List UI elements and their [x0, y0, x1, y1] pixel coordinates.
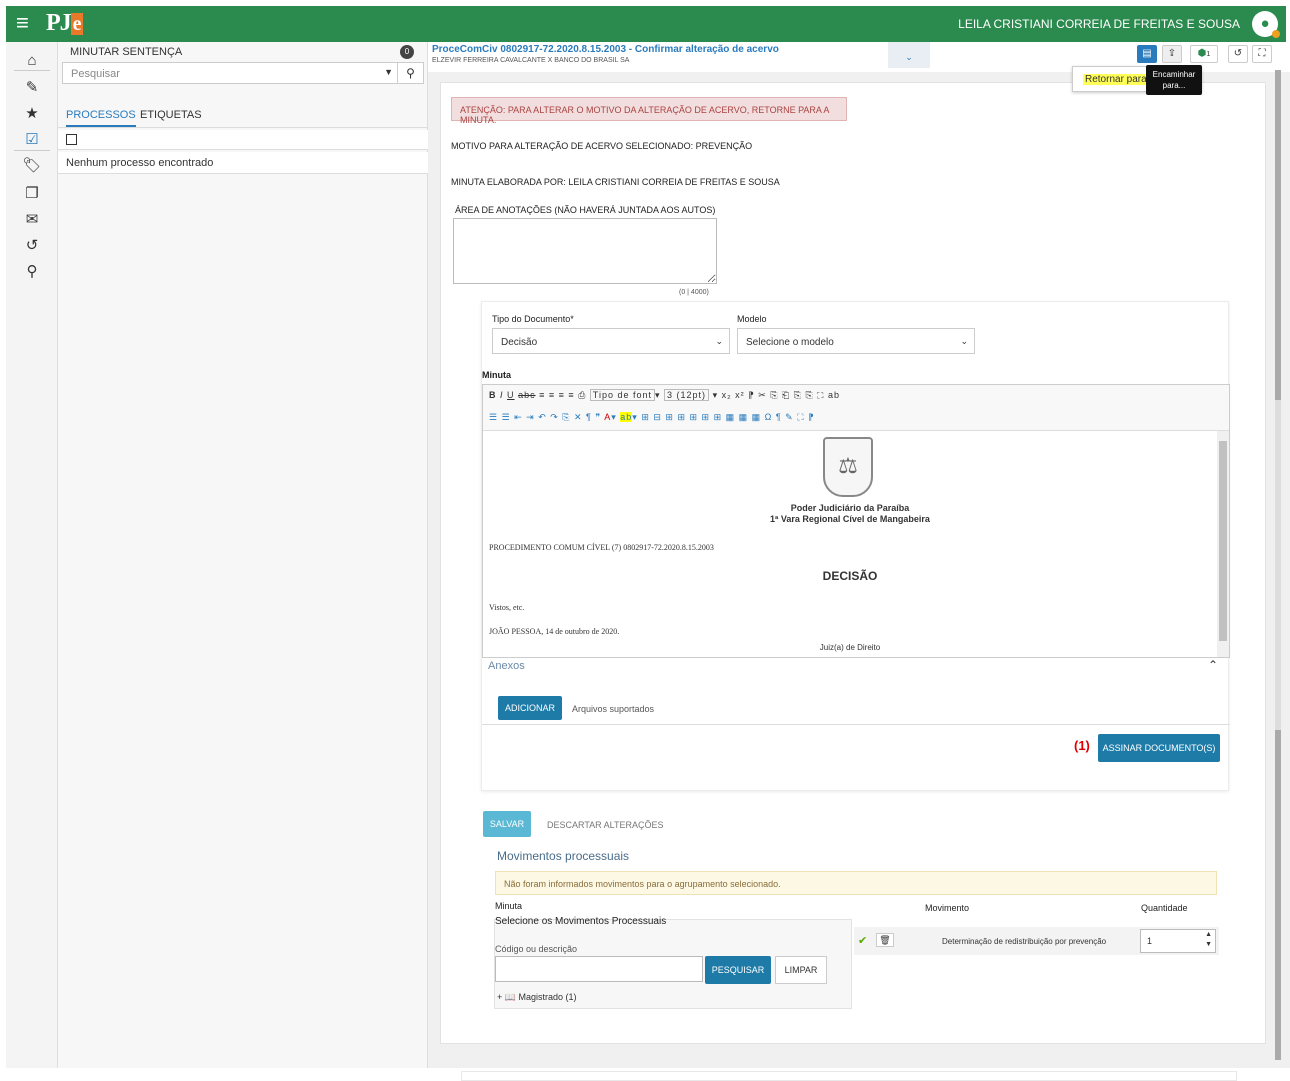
court-crest-icon: ⚖ — [823, 437, 873, 497]
document-button-icon[interactable]: ▤ — [1137, 45, 1157, 63]
copy-icon[interactable]: ❐ — [6, 184, 58, 202]
select-all-checkbox[interactable] — [66, 134, 77, 145]
document-panel: Tipo do Documento* Decisão ⌄ Modelo Selec… — [481, 301, 1230, 791]
col-movimento: Movimento — [925, 903, 970, 913]
chevron-down-icon: ⌄ — [715, 336, 723, 346]
tag-button-icon[interactable]: ⬢1 — [1190, 45, 1218, 63]
status-dot — [1272, 30, 1280, 38]
rich-text-editor[interactable]: B I U abc ≡ ≡ ≡ ≡ ⎙ Tipo de font ▾ 3 (12p… — [482, 384, 1230, 658]
caret-down-icon[interactable]: ▼ — [384, 67, 393, 77]
tasks-panel: MINUTAR SENTENÇA 0 Pesquisar ▼ ⚲ PROCESS… — [58, 42, 428, 1068]
hamburger-menu-icon[interactable]: ≡ — [16, 12, 29, 34]
court-name: Poder Judiciário da Paraíba — [790, 503, 910, 513]
descartar-button[interactable]: DESCARTAR ALTERAÇÕES — [547, 820, 664, 830]
movimentos-selector: Selecione os Movimentos Processuais Códi… — [494, 916, 852, 1009]
assinar-button[interactable]: ASSINAR DOCUMENTO(S) — [1098, 734, 1220, 762]
tree-item-magistrado[interactable]: + 📖 Magistrado (1) — [497, 992, 577, 1003]
selecione-label: Selecione os Movimentos Processuais — [495, 916, 667, 927]
codigo-input[interactable] — [495, 956, 703, 982]
tab-etiquetas[interactable]: ETIQUETAS — [140, 109, 202, 121]
encaminhar-tooltip: Encaminhar para... — [1146, 65, 1202, 95]
check-icon: ✔ — [858, 935, 868, 947]
tabs: PROCESSOS ETIQUETAS — [58, 102, 428, 128]
anexos-title[interactable]: Anexos — [488, 660, 525, 672]
history-icon[interactable]: ↺ — [6, 236, 58, 254]
doc-heading: DECISÃO — [822, 569, 878, 583]
motivo-text: MOTIVO PARA ALTERAÇÃO DE ACERVO SELECION… — [451, 141, 753, 151]
book-icon: 📖 — [504, 992, 516, 1002]
juiz-text: Juiz(a) de Direito — [819, 643, 881, 652]
col-quantidade: Quantidade — [1141, 903, 1188, 913]
empty-message: Nenhum processo encontrado — [58, 152, 428, 174]
arquivos-suportados-link[interactable]: Arquivos suportados — [572, 704, 654, 714]
search-icon[interactable]: ⚲ — [6, 262, 58, 280]
search-button-icon[interactable]: ⚲ — [397, 63, 423, 83]
tipo-select[interactable]: Decisão ⌄ — [492, 328, 730, 354]
main-area: ProceComCiv 0802917-72.2020.8.15.2003 - … — [428, 42, 1290, 1081]
star-icon[interactable]: ★ — [6, 104, 58, 122]
movimentos-warning: Não foram informados movimentos para o a… — [495, 871, 1217, 895]
history-button-icon[interactable]: ↺ — [1228, 45, 1248, 63]
envelope-icon[interactable]: ✉ — [6, 210, 58, 228]
expand-chevron-icon[interactable]: ⌄ — [888, 42, 930, 68]
movimentos-title: Movimentos processuais — [497, 849, 630, 863]
divider — [482, 724, 1230, 725]
share-button-icon[interactable]: ⇪ — [1162, 45, 1182, 63]
search-input[interactable]: Pesquisar ▼ ⚲ — [62, 62, 424, 84]
checkbox-icon[interactable]: ☑ — [6, 130, 58, 148]
count-badge: 0 — [400, 45, 414, 59]
stepper-down-icon: ▼ — [1205, 941, 1212, 948]
process-number: PROCEDIMENTO COMUM CÍVEL (7) 0802917-72.… — [489, 543, 714, 552]
toolbar-row-2[interactable]: ☰ ☰ ⇤ ⇥ ↶ ↷ ⎘ ✕ ¶ ❞ A▾ ab▾ ⊞ ⊟ ⊞ ⊞ ⊞ ⊞ ⊞… — [489, 412, 815, 423]
elaborada-text: MINUTA ELABORADA POR: LEILA CRISTIANI CO… — [451, 177, 780, 187]
pesquisar-button[interactable]: PESQUISAR — [705, 956, 771, 984]
step-marker: (1) — [1074, 738, 1090, 753]
top-bar: ≡ PJ e LEILA CRISTIANI CORREIA DE FREITAS… — [6, 6, 1286, 42]
icon-sidebar: ⌂ ✎ ★ ☑ 🏷 ❐ ✉ ↺ ⚲ — [6, 42, 58, 1068]
toolbar-row-1[interactable]: B I U abc ≡ ≡ ≡ ≡ ⎙ Tipo de font ▾ 3 (12p… — [489, 389, 840, 401]
pje-logo[interactable]: PJ e — [46, 10, 83, 37]
modelo-select[interactable]: Selecione o modelo ⌄ — [737, 328, 975, 354]
vistos-text: Vistos, etc. — [489, 603, 525, 612]
adicionar-button[interactable]: ADICIONAR — [498, 696, 562, 720]
select-all-row — [58, 130, 428, 150]
tipo-label: Tipo do Documento* — [492, 314, 574, 324]
local-date-text: JOÃO PESSOA, 14 de outubro de 2020. — [489, 627, 620, 636]
movimento-desc: Determinação de redistribuição por preve… — [942, 937, 1107, 946]
collapse-chevron-icon[interactable]: ⌃ — [1208, 658, 1218, 672]
fullscreen-button-icon[interactable]: ⛶ — [1252, 45, 1272, 63]
modelo-label: Modelo — [737, 314, 767, 324]
panel-title: MINUTAR SENTENÇA — [70, 46, 183, 58]
trash-button-icon[interactable]: 🗑 — [876, 933, 894, 947]
document-content[interactable]: ⚖ Poder Judiciário da Paraíba 1ª Vara Re… — [483, 431, 1217, 657]
chevron-down-icon: ⌄ — [960, 336, 968, 346]
court-vara: 1ª Vara Regional Cível de Mangabeira — [770, 514, 930, 524]
pencil-icon[interactable]: ✎ — [6, 78, 58, 96]
minuta-label: Minuta — [482, 370, 511, 380]
col-minuta: Minuta — [495, 901, 523, 911]
salvar-button[interactable]: SALVAR — [483, 811, 531, 837]
char-counter: (0 | 4000) — [679, 289, 709, 296]
anotacoes-label: ÁREA DE ANOTAÇÕES (NÃO HAVERÁ JUNTADA AO… — [455, 205, 716, 215]
tab-processos[interactable]: PROCESSOS — [66, 109, 136, 127]
stepper-up-icon: ▲ — [1205, 931, 1212, 938]
process-parties: ELZEVIR FERREIRA CAVALCANTE X BANCO DO B… — [432, 57, 630, 64]
movimento-row: ✔ 🗑 Determinação de redistribuição por p… — [854, 927, 1219, 955]
tags-icon[interactable]: 🏷 — [6, 156, 58, 174]
alert-message: ATENÇÃO: PARA ALTERAR O MOTIVO DA ALTERA… — [451, 97, 847, 125]
task-form-card: ATENÇÃO: PARA ALTERAR O MOTIVO DA ALTERA… — [440, 82, 1266, 1081]
codigo-label: Código ou descrição — [495, 944, 578, 954]
user-name[interactable]: LEILA CRISTIANI CORREIA DE FREITAS E SOU… — [958, 17, 1240, 31]
editor-scrollbar[interactable] — [1217, 431, 1229, 657]
bottom-strip — [461, 1071, 1237, 1081]
editor-toolbar: B I U abc ≡ ≡ ≡ ≡ ⎙ Tipo de font ▾ 3 (12p… — [483, 385, 1229, 431]
anotacoes-textarea[interactable] — [453, 218, 717, 284]
quantidade-stepper[interactable]: 1 ▲ ▼ — [1140, 929, 1216, 953]
home-icon[interactable]: ⌂ — [6, 52, 58, 69]
process-title[interactable]: ProceComCiv 0802917-72.2020.8.15.2003 - … — [432, 44, 779, 55]
limpar-button[interactable]: LIMPAR — [775, 956, 827, 984]
main-scrollbar[interactable] — [1275, 70, 1281, 1060]
